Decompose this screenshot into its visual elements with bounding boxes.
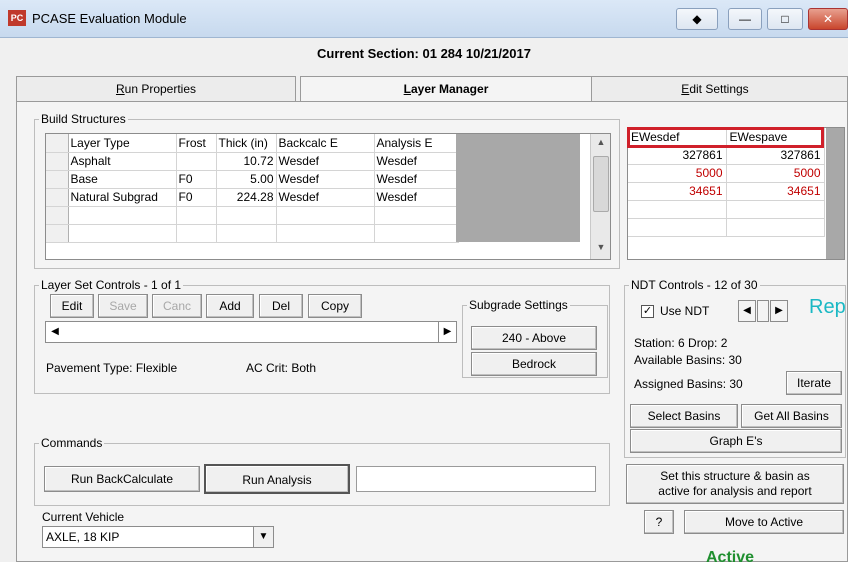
basin-slider[interactable]: [757, 300, 769, 322]
app-icon: PC: [8, 10, 26, 26]
subgrade-above-button[interactable]: 240 - Above: [471, 326, 597, 350]
chevron-down-icon[interactable]: ▼: [253, 527, 273, 547]
run-backcalculate-button[interactable]: Run BackCalculate: [44, 466, 200, 492]
copy-button[interactable]: Copy: [308, 294, 362, 318]
e-grid-gray-area: [826, 128, 844, 259]
help-button[interactable]: ?: [644, 510, 674, 534]
scroll-down-icon[interactable]: ▼: [591, 242, 611, 252]
highlight-box: [627, 127, 824, 148]
use-ndt-checkbox[interactable]: ✓: [641, 305, 654, 318]
table-row[interactable]: Asphalt 10.72 Wesdef Wesdef: [46, 152, 459, 171]
station-label: Station: 6 Drop: 2: [634, 336, 728, 350]
scroll-thumb[interactable]: [593, 156, 609, 212]
col-backcalc-e: Backcalc E: [276, 134, 375, 153]
assigned-basins-label: Assigned Basins: 30: [634, 377, 743, 391]
title-bar: PC PCASE Evaluation Module ◆ — □ ✕: [0, 0, 848, 38]
diamond-button[interactable]: ◆: [676, 8, 718, 30]
scroll-left-icon[interactable]: ◀: [46, 322, 64, 342]
progress-bar: [356, 466, 596, 492]
prev-basin-icon[interactable]: ◀: [738, 300, 756, 322]
maximize-button[interactable]: □: [767, 8, 803, 30]
bedrock-button[interactable]: Bedrock: [471, 352, 597, 376]
col-thick: Thick (in): [216, 134, 277, 153]
graph-es-button[interactable]: Graph E's: [630, 429, 842, 453]
grid-empty-area: [456, 134, 580, 242]
tab-run-properties[interactable]: Run Properties: [16, 76, 296, 102]
current-section-label: Current Section: 01 284 10/21/2017: [317, 46, 531, 61]
set-active-line1: Set this structure & basin as: [660, 469, 810, 483]
iterate-button[interactable]: Iterate: [786, 371, 842, 395]
table-row[interactable]: 327861 327861: [628, 146, 825, 165]
tab-edit-settings[interactable]: Edit Settings: [582, 76, 848, 102]
vehicle-select[interactable]: AXLE, 18 KIP ▼: [42, 526, 274, 548]
select-basins-button[interactable]: Select Basins: [630, 404, 738, 428]
app-window: PC PCASE Evaluation Module ◆ — □ ✕ Curre…: [0, 0, 848, 566]
available-basins-label: Available Basins: 30: [634, 353, 742, 367]
col-frost: Frost: [176, 134, 217, 153]
edit-button[interactable]: Edit: [50, 294, 94, 318]
layer-set-scrollbar[interactable]: ◀ ▶: [45, 321, 457, 343]
table-row[interactable]: Natural Subgrad F0 224.28 Wesdef Wesdef: [46, 188, 459, 207]
grid-vertical-scrollbar[interactable]: ▲ ▼: [590, 134, 610, 259]
ac-crit-label: AC Crit: Both: [246, 361, 317, 375]
next-basin-icon[interactable]: ▶: [770, 300, 788, 322]
delete-button[interactable]: Del: [259, 294, 303, 318]
save-button[interactable]: Save: [98, 294, 148, 318]
set-active-button[interactable]: Set this structure & basin as active for…: [626, 464, 844, 504]
table-row[interactable]: [46, 224, 459, 243]
move-to-active-button[interactable]: Move to Active: [684, 510, 844, 534]
layer-grid[interactable]: Layer Type Frost Thick (in) Backcalc E A…: [45, 133, 611, 260]
add-button[interactable]: Add: [206, 294, 254, 318]
close-button[interactable]: ✕: [808, 8, 848, 30]
pavement-type-label: Pavement Type: Flexible: [46, 361, 178, 375]
grid-header-row: Layer Type Frost Thick (in) Backcalc E A…: [46, 134, 459, 153]
active-status: Active: [706, 549, 755, 566]
col-layer-type: Layer Type: [68, 134, 177, 153]
vehicle-value: AXLE, 18 KIP: [46, 530, 120, 544]
current-vehicle-label: Current Vehicle: [42, 510, 125, 524]
table-row[interactable]: [628, 218, 825, 237]
table-row[interactable]: [628, 200, 825, 219]
col-analysis-e: Analysis E: [374, 134, 459, 153]
minimize-button[interactable]: —: [728, 8, 762, 30]
rep-label: Rep: [809, 296, 846, 318]
scroll-right-icon[interactable]: ▶: [438, 322, 456, 342]
scroll-up-icon[interactable]: ▲: [591, 137, 611, 147]
use-ndt-label: Use NDT: [660, 304, 710, 318]
tab-strip: Run Properties Edit Settings Layer Manag…: [16, 76, 848, 104]
table-row[interactable]: 5000 5000: [628, 164, 825, 183]
subgrade-legend: Subgrade Settings: [469, 298, 568, 312]
commands-legend: Commands: [41, 436, 103, 450]
table-row[interactable]: Base F0 5.00 Wesdef Wesdef: [46, 170, 459, 189]
tab-layer-manager[interactable]: Layer Manager: [300, 76, 592, 104]
table-row[interactable]: [46, 206, 459, 225]
window-title: PCASE Evaluation Module: [32, 11, 187, 26]
table-row[interactable]: 34651 34651: [628, 182, 825, 201]
layer-set-legend: Layer Set Controls - 1 of 1: [41, 278, 182, 292]
get-all-basins-button[interactable]: Get All Basins: [741, 404, 842, 428]
set-active-line2: active for analysis and report: [658, 484, 812, 498]
build-structures-legend: Build Structures: [41, 112, 126, 126]
run-analysis-button[interactable]: Run Analysis: [204, 464, 350, 494]
cancel-button[interactable]: Canc: [152, 294, 202, 318]
ndt-legend: NDT Controls - 12 of 30: [631, 278, 758, 292]
